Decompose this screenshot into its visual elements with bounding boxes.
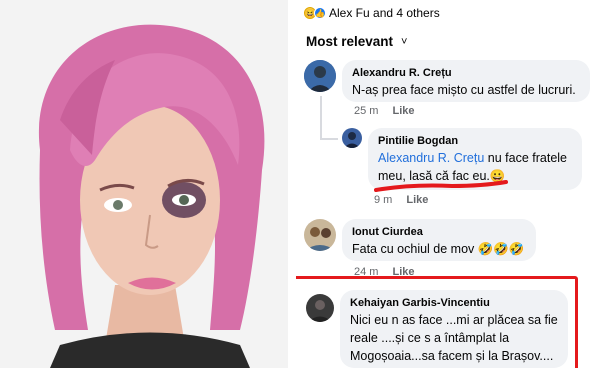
comments-panel: 😆 👍 Alex Fu and 4 others Most relevant ˅…	[296, 0, 600, 368]
chevron-down-icon: ˅	[401, 35, 408, 48]
reactions-summary[interactable]: 😆 👍 Alex Fu and 4 others	[304, 4, 440, 22]
comment-text-line: Mogoșoaia...sa facem și la Brașov....	[350, 349, 554, 363]
comment-text-line: reale ....și ce s a întâmplat la	[350, 331, 510, 345]
comment-bubble: Ionut Ciurdea Fata cu ochiul de mov 🤣🤣🤣	[342, 219, 536, 261]
reactions-text: Alex Fu and 4 others	[329, 6, 440, 20]
like-button[interactable]: Like	[406, 194, 428, 206]
avatar[interactable]	[304, 219, 336, 251]
thread-line	[320, 96, 322, 140]
sort-dropdown[interactable]: Most relevant ˅	[306, 34, 407, 49]
portrait-illustration	[0, 0, 288, 368]
comment-meta: 25 m Like	[354, 105, 414, 117]
comment-author[interactable]: Ionut Ciurdea	[352, 225, 526, 240]
comment-meta: 9 m Like	[374, 194, 428, 206]
comment-time[interactable]: 25 m	[354, 105, 378, 117]
thread-line	[320, 138, 338, 140]
comment-text: N-aș prea face mișto cu astfel de lucrur…	[352, 83, 576, 97]
comment-author[interactable]: Alexandru R. Crețu	[352, 66, 580, 81]
comment-text: Fata cu ochiul de mov 🤣🤣🤣	[352, 242, 525, 256]
comment-time[interactable]: 9 m	[374, 194, 392, 206]
mention-link[interactable]: Alexandru R. Crețu	[378, 151, 484, 165]
like-icon: 👍	[314, 7, 326, 19]
avatar[interactable]	[304, 60, 336, 92]
comment-text: Alexandru R. Crețu nu face fratele	[378, 149, 572, 167]
comment-author[interactable]: Kehaiyan Garbis-Vincentiu	[350, 296, 558, 311]
comment-bubble: Kehaiyan Garbis-Vincentiu Nici eu n as f…	[340, 290, 568, 368]
comment-text-line: Nici eu n as face ...mi ar plăcea sa fie	[350, 313, 558, 327]
profile-photo	[0, 0, 288, 368]
avatar[interactable]	[306, 294, 334, 322]
comment-author[interactable]: Pintilie Bogdan	[378, 134, 572, 149]
comment-text-line: nu face fratele	[484, 151, 568, 165]
sort-label: Most relevant	[306, 34, 394, 49]
like-button[interactable]: Like	[392, 105, 414, 117]
comment-bubble: Alexandru R. Crețu N-aș prea face mișto …	[342, 60, 590, 102]
avatar[interactable]	[342, 128, 362, 148]
